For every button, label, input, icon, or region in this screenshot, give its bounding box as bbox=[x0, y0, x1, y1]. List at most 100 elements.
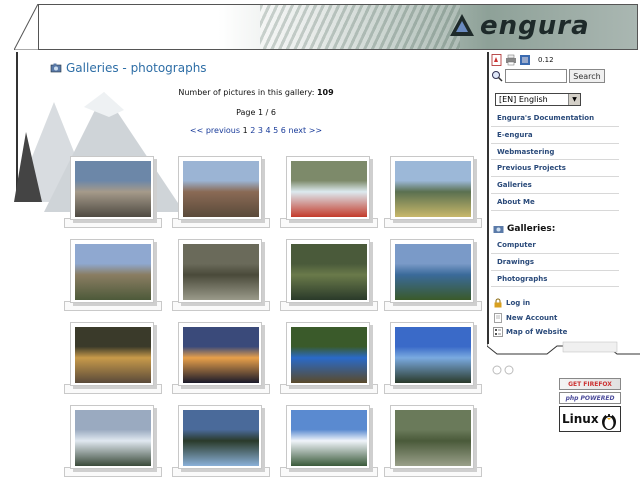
photo-thumbnail[interactable] bbox=[280, 322, 378, 396]
photo-thumbnail[interactable] bbox=[172, 322, 270, 396]
page-link-1[interactable]: 1 bbox=[243, 126, 248, 135]
new-account-link[interactable]: New Account bbox=[493, 311, 617, 326]
firefox-badge[interactable]: GET FIREFOX bbox=[559, 378, 621, 390]
page-link-4[interactable]: 4 bbox=[266, 126, 271, 135]
linux-badge[interactable]: Linux bbox=[559, 406, 621, 432]
thumbnail-image bbox=[291, 327, 367, 383]
thumbnail-frame bbox=[70, 322, 154, 386]
thumbnail-frame bbox=[178, 405, 262, 469]
galleries-heading-label: Galleries: bbox=[507, 223, 556, 234]
menu-item-e-engura[interactable]: E-engura bbox=[491, 127, 619, 144]
site-logo[interactable]: engura bbox=[448, 10, 590, 42]
search-button[interactable]: Search bbox=[569, 69, 605, 83]
picture-count-label: Number of pictures in this gallery: bbox=[178, 88, 315, 97]
photo-thumbnail[interactable] bbox=[384, 156, 482, 230]
menu-item-documentation[interactable]: Engura's Documentation bbox=[491, 110, 619, 127]
login-label: Log in bbox=[506, 299, 531, 308]
thumbnail-image bbox=[75, 410, 151, 466]
next-link[interactable]: next >> bbox=[288, 126, 322, 135]
thumbnail-frame bbox=[178, 156, 262, 220]
main-menu: Engura's Documentation E-engura Webmaste… bbox=[491, 110, 619, 211]
photo-thumbnail[interactable] bbox=[64, 322, 162, 396]
photo-thumbnail[interactable] bbox=[280, 405, 378, 479]
thumbnail-frame bbox=[286, 322, 370, 386]
new-account-label: New Account bbox=[506, 313, 558, 322]
photo-thumbnail[interactable] bbox=[172, 156, 270, 230]
site-map-label: Map of Website bbox=[506, 328, 568, 337]
thumbnail-image bbox=[183, 327, 259, 383]
thumbnail-image bbox=[183, 244, 259, 300]
triangle-logo-icon bbox=[450, 14, 474, 36]
thumbnail-image bbox=[395, 410, 471, 466]
badges: GET FIREFOX php POWERED Linux bbox=[559, 378, 621, 434]
gallery-item-computer[interactable]: Computer bbox=[491, 237, 619, 254]
thumbnail-image bbox=[75, 161, 151, 217]
thumbnail-image bbox=[395, 244, 471, 300]
search-input[interactable] bbox=[505, 69, 567, 83]
thumbnail-frame bbox=[70, 405, 154, 469]
site-map-link[interactable]: Map of Website bbox=[493, 325, 617, 340]
gallery-heading: Galleries - photographs bbox=[50, 61, 207, 75]
sitemap-icon bbox=[493, 327, 503, 338]
thumbnail-image bbox=[291, 244, 367, 300]
search-form: Search bbox=[491, 69, 605, 83]
sidebar-bottom-decoration bbox=[487, 340, 640, 375]
main-content: Galleries - photographs Number of pictur… bbox=[30, 52, 482, 477]
photo-thumbnail[interactable] bbox=[280, 239, 378, 313]
previous-link[interactable]: << previous bbox=[190, 126, 240, 135]
thumbnail-frame bbox=[390, 239, 474, 303]
page-link-5[interactable]: 5 bbox=[273, 126, 278, 135]
photo-thumbnail[interactable] bbox=[172, 405, 270, 479]
menu-item-webmastering[interactable]: Webmastering bbox=[491, 144, 619, 161]
thumbnail-frame bbox=[390, 405, 474, 469]
thumbnail-image bbox=[291, 161, 367, 217]
menu-item-previous-projects[interactable]: Previous Projects bbox=[491, 160, 619, 178]
page-link-2[interactable]: 2 bbox=[250, 126, 255, 135]
thumbnail-frame bbox=[390, 156, 474, 220]
picture-count: Number of pictures in this gallery: 109 bbox=[30, 88, 482, 97]
sidebar: 0.12 Search [EN] English ▼ Engura's Docu… bbox=[487, 52, 619, 344]
thumbnail-image bbox=[395, 327, 471, 383]
gallery-item-photographs[interactable]: Photographs bbox=[491, 271, 619, 288]
page-link-6[interactable]: 6 bbox=[281, 126, 286, 135]
php-badge[interactable]: php POWERED bbox=[559, 392, 621, 404]
thumbnail-image bbox=[291, 410, 367, 466]
galleries-menu: Computer Drawings Photographs bbox=[491, 237, 619, 288]
camera-icon bbox=[50, 63, 62, 73]
version-text: 0.12 bbox=[538, 56, 554, 64]
header-texture bbox=[260, 5, 460, 49]
language-select[interactable]: [EN] English ▼ bbox=[495, 93, 581, 106]
pdf-icon[interactable] bbox=[491, 54, 503, 66]
photo-thumbnail[interactable] bbox=[172, 239, 270, 313]
thumbnail-image bbox=[183, 161, 259, 217]
thumbnail-frame bbox=[390, 322, 474, 386]
gallery-item-drawings[interactable]: Drawings bbox=[491, 254, 619, 271]
login-link[interactable]: Log in bbox=[493, 296, 617, 311]
linux-label: Linux bbox=[562, 412, 599, 426]
photo-thumbnail[interactable] bbox=[64, 405, 162, 479]
thumbnail-frame bbox=[70, 156, 154, 220]
photo-thumbnail[interactable] bbox=[64, 156, 162, 230]
menu-item-about-me[interactable]: About Me bbox=[491, 194, 619, 211]
photo-thumbnail[interactable] bbox=[384, 239, 482, 313]
gallery-title: Galleries - photographs bbox=[66, 61, 207, 75]
photo-thumbnail[interactable] bbox=[384, 405, 482, 479]
thumbnail-frame bbox=[70, 239, 154, 303]
page-link-3[interactable]: 3 bbox=[258, 126, 263, 135]
page-indicator: Page 1 / 6 bbox=[236, 108, 276, 117]
header: engura bbox=[0, 0, 640, 52]
galleries-heading: Galleries: bbox=[493, 223, 555, 234]
photo-thumbnail[interactable] bbox=[384, 322, 482, 396]
print-icon[interactable] bbox=[505, 54, 517, 66]
photo-thumbnail[interactable] bbox=[64, 239, 162, 313]
language-selected: [EN] English bbox=[499, 95, 548, 104]
thumbnail-frame bbox=[178, 239, 262, 303]
camera-icon bbox=[493, 226, 504, 233]
thumbnail-frame bbox=[286, 405, 370, 469]
settings-icon[interactable] bbox=[519, 54, 531, 66]
menu-item-galleries[interactable]: Galleries bbox=[491, 177, 619, 194]
thumbnail-frame bbox=[286, 239, 370, 303]
chevron-down-icon: ▼ bbox=[568, 94, 580, 105]
photo-thumbnail[interactable] bbox=[280, 156, 378, 230]
user-links: Log in New Account Map of Website bbox=[493, 296, 617, 340]
